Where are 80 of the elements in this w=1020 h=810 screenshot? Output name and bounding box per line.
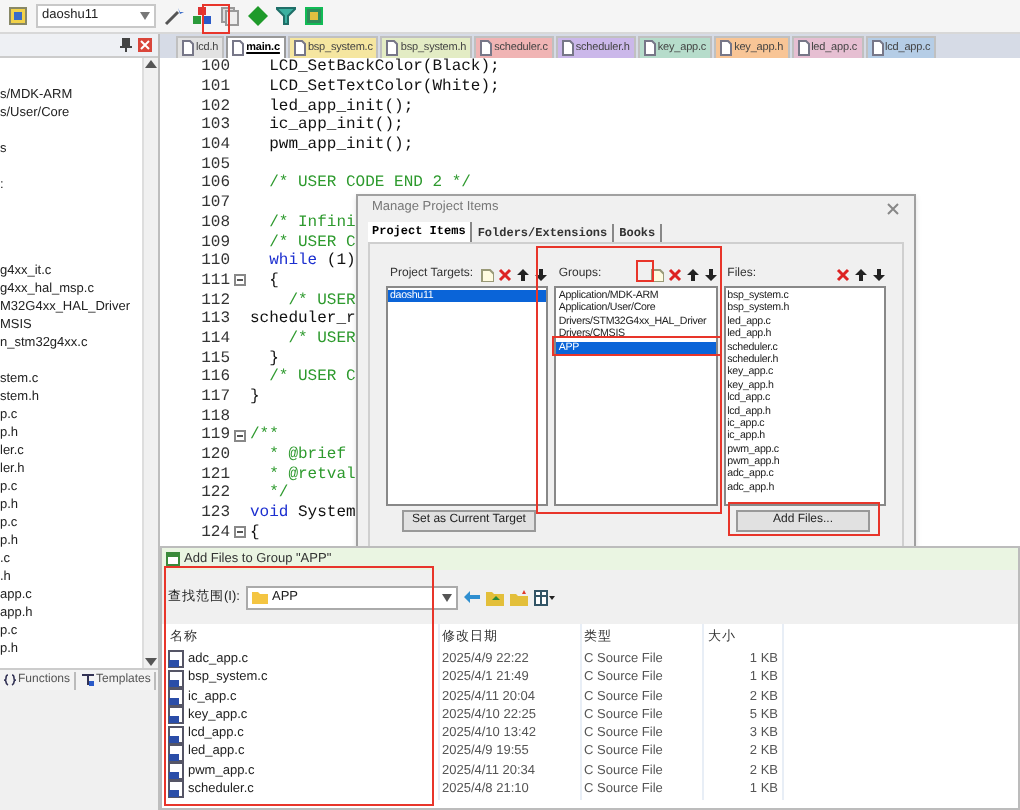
- close-icon[interactable]: [886, 201, 900, 215]
- line-number: 116: [201, 368, 230, 387]
- line-number: 106: [201, 174, 230, 193]
- code-line: /* USER CODE END 2 */: [267, 174, 471, 193]
- line-number: 121: [201, 465, 230, 484]
- line-number: 111: [201, 271, 230, 290]
- new-folder-icon[interactable]: [510, 589, 528, 605]
- delete-icon[interactable]: [498, 268, 513, 282]
- down-arrow-icon[interactable]: [534, 268, 549, 282]
- funnel-icon[interactable]: [276, 6, 296, 26]
- delete-icon[interactable]: [667, 268, 682, 282]
- wand-icon[interactable]: [164, 6, 184, 26]
- line-number: 110: [201, 252, 230, 271]
- new-icon[interactable]: [480, 268, 495, 282]
- code-line: scheduler_r: [248, 310, 356, 329]
- caret-icon: [442, 593, 452, 601]
- template-icon: [82, 674, 95, 686]
- code-line: /* Infini: [267, 213, 356, 232]
- up-arrow-icon[interactable]: [854, 268, 868, 282]
- line-number: 107: [201, 194, 230, 213]
- line-number: 118: [201, 407, 230, 426]
- code-line: /* USER C: [267, 368, 356, 387]
- delete-icon[interactable]: [836, 268, 850, 282]
- diamond-icon[interactable]: [248, 6, 268, 26]
- code-line: */: [267, 484, 289, 503]
- scroll-bar[interactable]: [142, 58, 158, 668]
- line-number: 105: [201, 155, 230, 174]
- line-number: 112: [201, 291, 230, 310]
- code-line: void System: [248, 504, 356, 523]
- code-line: * @brief: [267, 446, 347, 465]
- up-arrow-icon[interactable]: [516, 268, 531, 282]
- folder-icon: [252, 590, 268, 604]
- pin-icon[interactable]: [120, 38, 132, 52]
- code-line: LCD_SetBackColor(Black);: [267, 58, 500, 77]
- line-number: 102: [201, 97, 230, 116]
- up-arrow-icon: [144, 58, 158, 70]
- back-icon[interactable]: [464, 590, 480, 604]
- line-number: 101: [201, 78, 230, 97]
- build-icon[interactable]: [8, 6, 28, 26]
- code-line: while (1): [267, 252, 356, 271]
- line-number: 104: [201, 136, 230, 155]
- code-line: LCD_SetTextColor(White);: [267, 78, 500, 97]
- code-line: }: [267, 349, 279, 368]
- window-icon: [166, 552, 180, 566]
- chip-icon[interactable]: [304, 6, 324, 26]
- up-folder-icon[interactable]: [486, 589, 504, 605]
- down-arrow-icon[interactable]: [703, 268, 718, 282]
- stacked-boxes-icon[interactable]: [192, 6, 212, 26]
- line-number: 123: [201, 504, 230, 523]
- code-line: /* USER: [286, 329, 356, 348]
- view-menu-icon[interactable]: [534, 589, 556, 605]
- code-line: /* USER C: [267, 233, 356, 252]
- line-number: 100: [201, 58, 230, 77]
- line-number: 113: [201, 310, 230, 329]
- code-line: pwm_app_init();: [267, 136, 414, 155]
- line-number: 114: [201, 329, 230, 348]
- line-number: 103: [201, 116, 230, 135]
- code-line: }: [248, 388, 260, 407]
- down-arrow-icon: [144, 656, 158, 668]
- highlight-frame: [202, 4, 230, 34]
- copy-icon[interactable]: [220, 6, 240, 26]
- line-number: 115: [201, 349, 230, 368]
- code-line: {: [267, 271, 279, 290]
- line-number: 120: [201, 446, 230, 465]
- braces-icon: [4, 674, 16, 686]
- line-number: 122: [201, 484, 230, 503]
- line-number: 124: [201, 523, 230, 542]
- down-arrow-icon[interactable]: [872, 268, 886, 282]
- code-line: * @retval: [267, 465, 356, 484]
- code-line: {: [248, 523, 260, 542]
- line-number: 117: [201, 388, 230, 407]
- code-line: ic_app_init();: [267, 116, 404, 135]
- up-arrow-icon[interactable]: [685, 268, 700, 282]
- line-number: 108: [201, 213, 230, 232]
- code-line: /**: [248, 426, 279, 445]
- code-line: /* USER: [286, 291, 356, 310]
- caret-icon: [140, 12, 150, 20]
- line-number: 109: [201, 233, 230, 252]
- line-number: 119: [201, 426, 230, 445]
- code-line: led_app_init();: [267, 97, 414, 116]
